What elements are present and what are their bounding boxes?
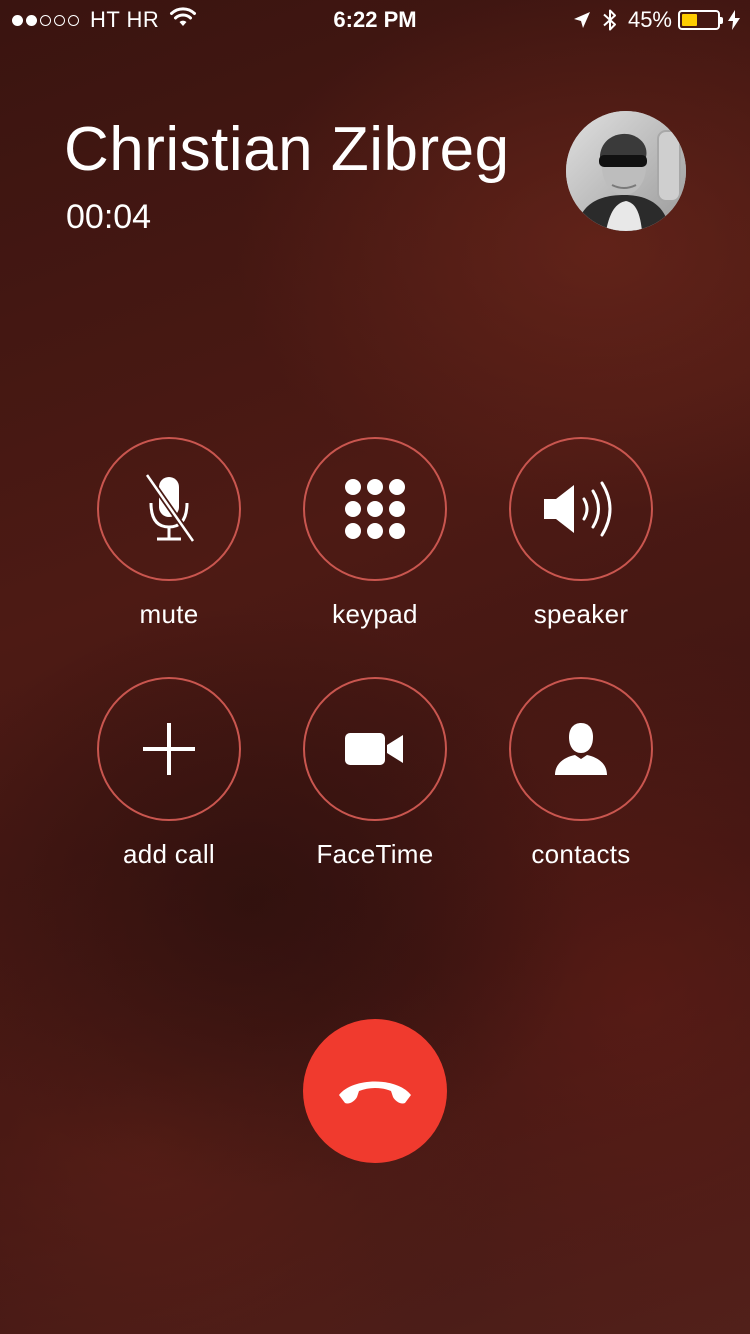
add-call-button-ring[interactable]	[97, 677, 241, 821]
battery-level	[682, 14, 697, 26]
mute-label: mute	[139, 599, 199, 629]
end-call-button[interactable]	[303, 1019, 447, 1163]
charging-bolt-icon	[728, 10, 740, 30]
status-bar: HT HR 6:22 PM 45%	[0, 0, 750, 40]
phone-hangup-icon	[339, 1081, 411, 1104]
keypad-button-ring[interactable]	[303, 437, 447, 581]
facetime-button-ring[interactable]	[303, 677, 447, 821]
contacts-label: contacts	[531, 839, 631, 869]
plus-icon	[143, 723, 195, 775]
caller-name: Christian Zibreg	[64, 115, 510, 184]
speaker-label: speaker	[533, 599, 629, 629]
speaker-icon	[544, 481, 612, 537]
bluetooth-icon	[602, 8, 618, 32]
speaker-button[interactable]: speaker	[478, 437, 684, 631]
speaker-button-ring[interactable]	[509, 437, 653, 581]
call-duration: 00:04	[66, 198, 152, 236]
person-icon	[555, 723, 607, 775]
battery-icon	[678, 10, 723, 30]
video-camera-icon	[345, 733, 403, 765]
add-call-button[interactable]: add call	[66, 677, 272, 871]
keypad-button[interactable]: keypad	[272, 437, 478, 631]
mic-muted-icon	[144, 473, 196, 543]
keypad-label: keypad	[332, 599, 418, 629]
add-call-label: add call	[122, 839, 216, 869]
mute-button[interactable]: mute	[66, 437, 272, 631]
contacts-button[interactable]: contacts	[478, 677, 684, 871]
avatar-photo	[566, 111, 686, 231]
facetime-label: FaceTime	[316, 839, 434, 869]
battery-percentage: 45%	[627, 7, 672, 32]
location-arrow-icon	[572, 10, 592, 30]
contacts-button-ring[interactable]	[509, 677, 653, 821]
keypad-icon	[345, 479, 405, 539]
facetime-button[interactable]: FaceTime	[272, 677, 478, 871]
status-right: 45%	[562, 7, 740, 33]
mute-button-ring[interactable]	[97, 437, 241, 581]
avatar[interactable]	[566, 111, 686, 231]
